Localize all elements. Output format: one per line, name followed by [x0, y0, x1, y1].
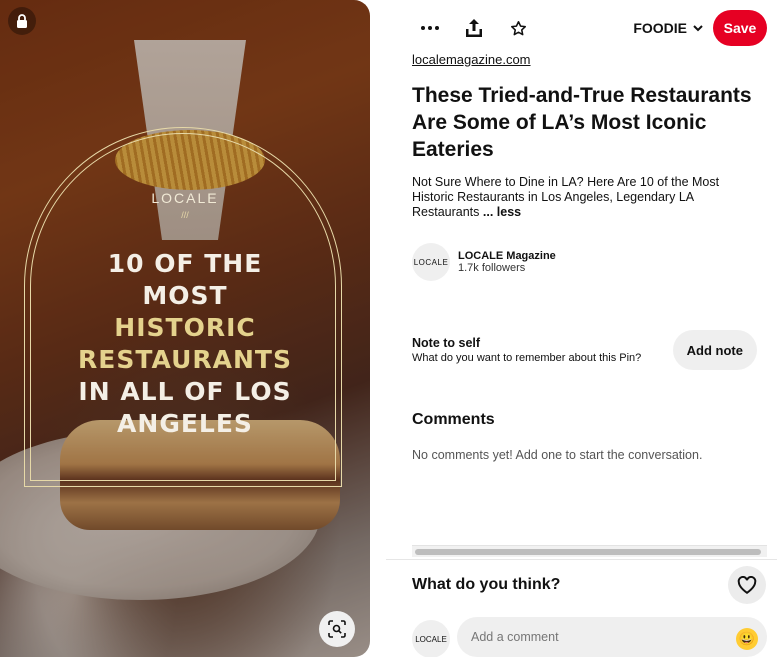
comment-input[interactable] [457, 617, 767, 657]
avatar[interactable]: LOCALE [412, 620, 450, 657]
star-icon[interactable] [500, 10, 536, 46]
emoji-icon[interactable]: 😃 [736, 628, 758, 650]
creator-name[interactable]: LOCALE Magazine [458, 250, 556, 262]
avatar[interactable]: LOCALE [412, 243, 450, 281]
scrollbar-thumb[interactable] [415, 549, 761, 555]
more-horizontal-icon[interactable] [412, 10, 448, 46]
headline-line: ANGELES [117, 409, 253, 438]
image-brand-text: LOCALE [151, 190, 219, 206]
headline-line: IN ALL OF LOS [78, 377, 292, 406]
visual-search-icon[interactable] [319, 611, 355, 647]
add-note-button[interactable]: Add note [672, 330, 757, 370]
pin-toolbar: FOODIE Save [412, 10, 767, 46]
headline-line: RESTAURANTS [78, 345, 292, 374]
image-brand-mark: /// [181, 210, 189, 220]
creator-card[interactable]: LOCALE LOCALE Magazine 1.7k followers [412, 243, 556, 281]
less-toggle[interactable]: ... less [483, 205, 521, 219]
headline-line: HISTORIC [114, 313, 256, 342]
description-text: Not Sure Where to Dine in LA? Here Are 1… [412, 175, 720, 219]
note-to-self: Note to self What do you want to remembe… [412, 330, 757, 370]
chevron-down-icon [693, 24, 703, 31]
pin-title: These Tried-and-True Restaurants Are Som… [412, 84, 752, 161]
headline-line: MOST [142, 281, 228, 310]
note-subtitle: What do you want to remember about this … [412, 352, 642, 364]
pin-description: Not Sure Where to Dine in LA? Here Are 1… [412, 175, 752, 220]
board-name: FOODIE [633, 20, 687, 36]
board-selector[interactable]: FOODIE [633, 20, 703, 36]
horizontal-scrollbar[interactable] [412, 545, 767, 557]
comments-heading: Comments [412, 411, 495, 428]
divider [386, 559, 777, 560]
comments-empty-text: No comments yet! Add one to start the co… [412, 448, 703, 462]
lock-icon[interactable] [8, 7, 36, 35]
follower-count: 1.7k followers [458, 262, 526, 274]
image-headline: 10 OF THE MOST HISTORIC RESTAURANTS IN A… [60, 248, 310, 440]
pin-image[interactable]: LOCALE /// 10 OF THE MOST HISTORIC RESTA… [0, 0, 370, 657]
comment-prompt: What do you think? [412, 576, 561, 593]
share-icon[interactable] [456, 10, 492, 46]
pin-closeup: LOCALE /// 10 OF THE MOST HISTORIC RESTA… [0, 0, 777, 657]
save-button[interactable]: Save [713, 10, 767, 46]
source-link[interactable]: localemagazine.com [412, 52, 531, 67]
headline-line: 10 OF THE [107, 249, 263, 278]
note-title: Note to self [412, 336, 481, 350]
heart-icon[interactable] [728, 566, 766, 604]
